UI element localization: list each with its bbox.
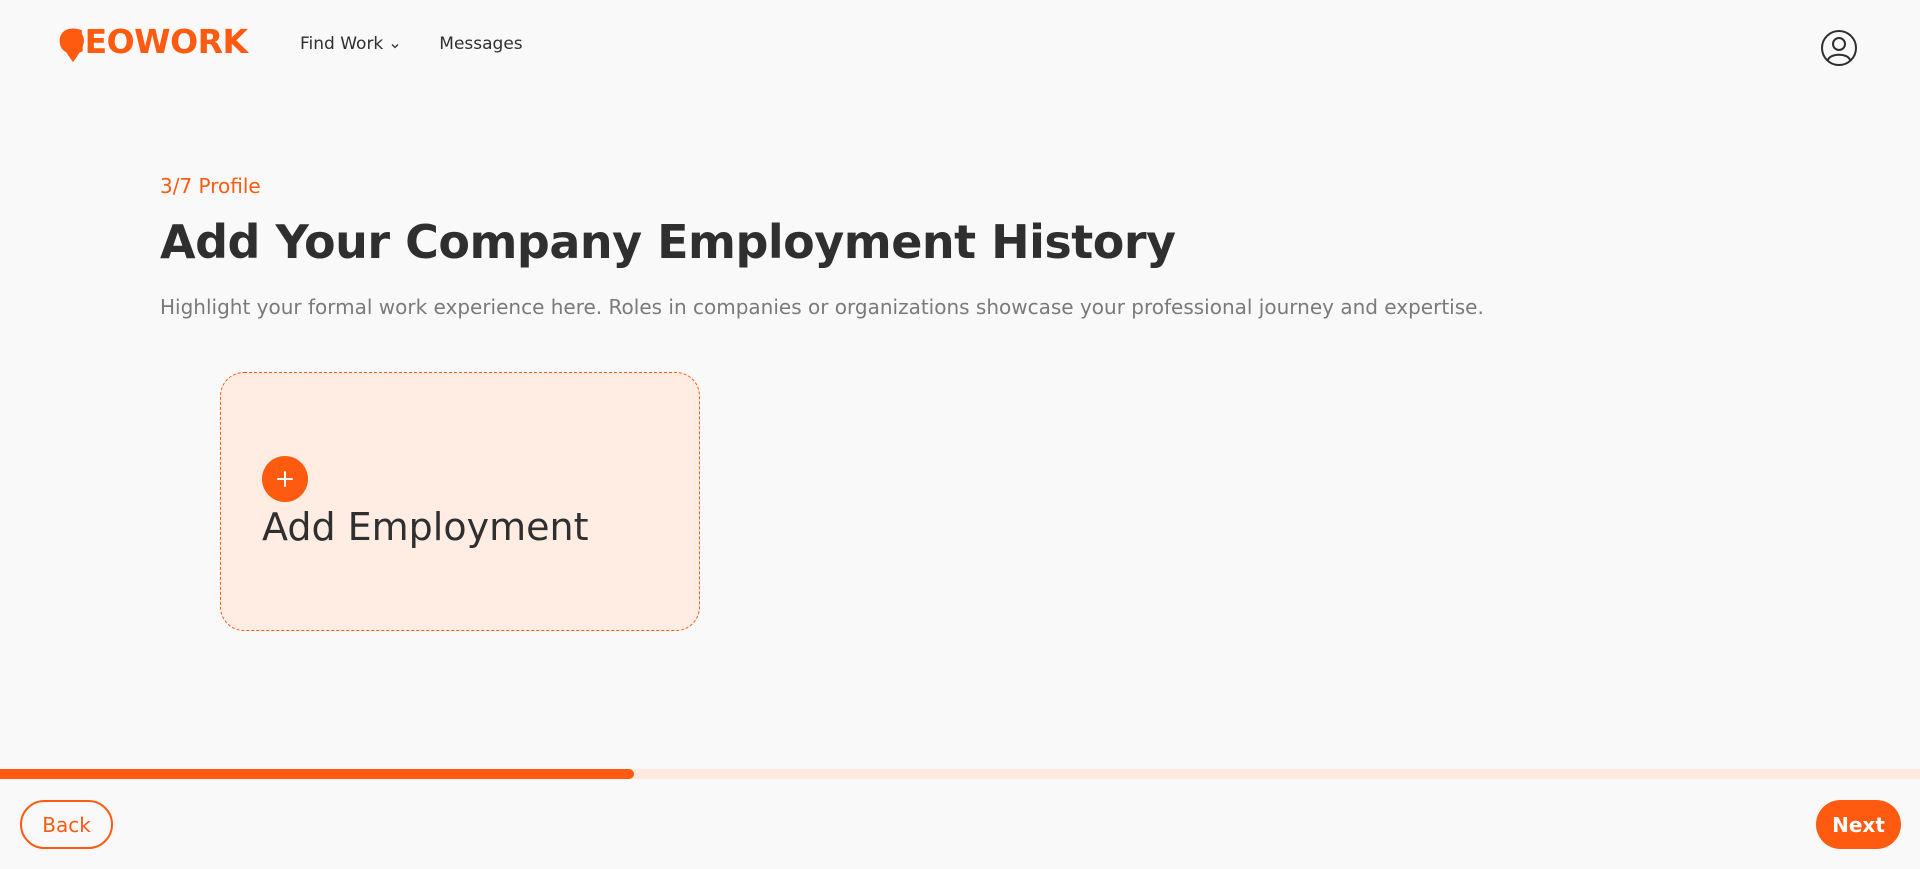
user-circle-icon[interactable]	[1820, 29, 1858, 67]
back-button[interactable]: Back	[20, 800, 113, 849]
nav-find-work[interactable]: Find Work	[300, 34, 401, 54]
main-nav: Find Work Messages	[300, 34, 523, 54]
progress-bar	[0, 769, 1920, 779]
logo[interactable]: GEOWORK	[58, 22, 248, 70]
location-pin-icon	[62, 30, 84, 62]
next-button[interactable]: Next	[1816, 800, 1901, 849]
chevron-down-icon	[391, 43, 399, 48]
nav-find-work-label: Find Work	[300, 34, 384, 54]
page-title: Add Your Company Employment History	[160, 215, 1176, 269]
add-employment-label: Add Employment	[262, 505, 589, 549]
step-indicator: 3/7 Profile	[160, 174, 261, 198]
plus-glyph	[277, 471, 293, 487]
add-employment-card[interactable]: Add Employment	[220, 372, 700, 631]
top-header: GEOWORK Find Work Messages	[0, 0, 1920, 95]
progress-fill	[0, 769, 634, 779]
page-subtitle: Highlight your formal work experience he…	[160, 295, 1484, 319]
logo-text: GEOWORK	[58, 22, 248, 61]
page: GEOWORK Find Work Messages 3/7 Profile A…	[0, 0, 1920, 869]
nav-messages-label: Messages	[439, 34, 523, 54]
plus-icon[interactable]	[262, 456, 308, 502]
nav-messages[interactable]: Messages	[439, 34, 522, 54]
